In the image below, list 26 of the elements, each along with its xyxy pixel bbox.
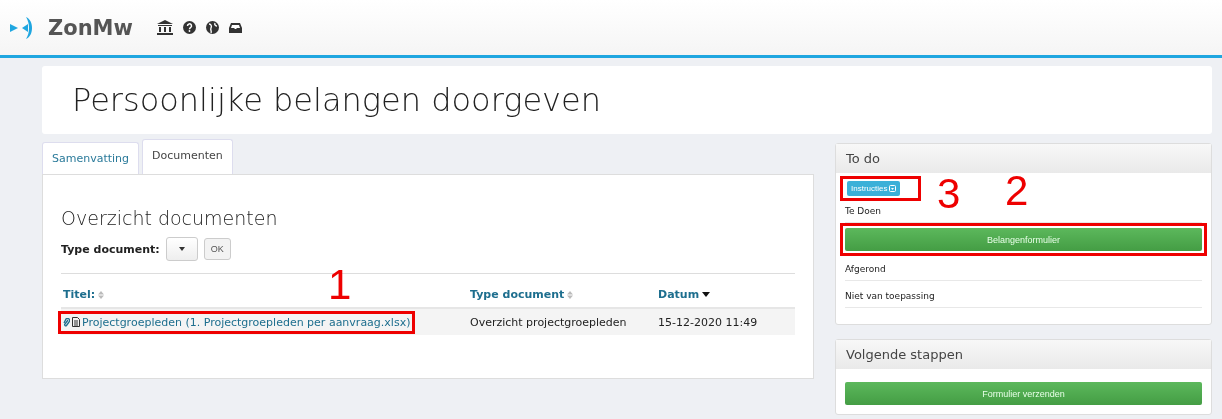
filter-label: Type document: bbox=[61, 242, 160, 256]
document-icon bbox=[72, 317, 80, 327]
column-header[interactable]: Titel: bbox=[63, 288, 96, 301]
expand-icon bbox=[889, 185, 897, 192]
document-link[interactable]: Projectgroepleden (1. Projectgroepleden per aanvraag.xlsx) bbox=[82, 315, 411, 329]
table-cell-text: 15-12-2020 11:49 bbox=[658, 315, 759, 329]
table-cell-text: Overzicht projectgroepleden bbox=[470, 315, 628, 329]
ok-button[interactable]: OK bbox=[203, 238, 231, 260]
paperclip-icon bbox=[63, 317, 70, 327]
column-header[interactable]: Datum bbox=[658, 288, 700, 301]
bank-icon[interactable] bbox=[156, 20, 173, 35]
panel-title: Volgende stappen bbox=[846, 347, 963, 362]
section-label: Niet van toepassing bbox=[845, 281, 1202, 308]
column-header[interactable]: Type document bbox=[470, 288, 565, 301]
help-icon[interactable] bbox=[182, 21, 196, 34]
annotation-number: 1 bbox=[328, 263, 352, 306]
inbox-icon[interactable] bbox=[228, 21, 242, 34]
section-label: Afgerond bbox=[845, 254, 1202, 281]
page-title: Persoonlijke belangen doorgeven bbox=[72, 81, 601, 119]
brand-name: ZonMw bbox=[48, 15, 133, 40]
tab[interactable]: Documenten bbox=[142, 139, 233, 174]
caret-icon bbox=[178, 247, 185, 251]
tab[interactable]: Samenvatting bbox=[42, 142, 140, 174]
panel-title: To do bbox=[846, 151, 881, 166]
section-heading: Overzicht documenten bbox=[61, 207, 279, 229]
globe-icon[interactable] bbox=[205, 21, 219, 34]
